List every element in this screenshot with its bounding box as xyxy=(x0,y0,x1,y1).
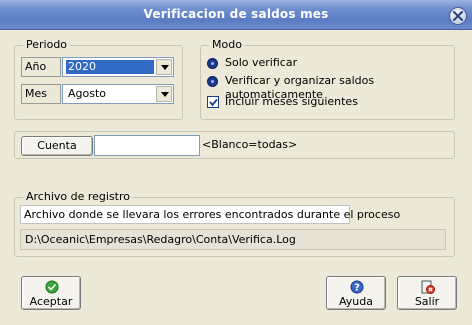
chevron-down-icon xyxy=(161,65,169,70)
solo-verificar-radio[interactable] xyxy=(207,58,218,69)
mes-label: Mes xyxy=(21,84,61,104)
archivo-legend: Archivo de registro xyxy=(23,190,134,204)
cuenta-button-label: Cuenta xyxy=(37,139,77,152)
window-title: Verificacion de saldos mes xyxy=(143,7,329,21)
svg-text:?: ? xyxy=(354,283,360,294)
mes-dropdown-button[interactable] xyxy=(156,86,172,102)
solo-verificar-label[interactable]: Solo verificar xyxy=(225,56,297,70)
close-button[interactable] xyxy=(449,7,467,25)
archivo-path-field: D:\Oceanic\Empresas\Redagro\Conta\Verifi… xyxy=(20,229,446,250)
salir-label: Salir xyxy=(414,295,440,308)
incluir-meses-label[interactable]: Incluir meses siguientes xyxy=(225,95,358,109)
cuenta-input[interactable] xyxy=(94,135,200,156)
chevron-down-icon xyxy=(161,92,169,97)
checkmark-icon xyxy=(209,98,218,107)
exit-icon xyxy=(421,280,435,294)
cuenta-button[interactable]: Cuenta xyxy=(21,136,93,156)
title-bar[interactable]: Verificacion de saldos mes xyxy=(0,0,472,30)
ayuda-button[interactable]: ? Ayuda xyxy=(326,276,386,310)
salir-button[interactable]: Salir xyxy=(397,276,457,310)
help-icon: ? xyxy=(350,280,364,294)
incluir-meses-checkbox[interactable] xyxy=(207,96,219,108)
dialog-window: Verificacion de saldos mes Periodo Año 2… xyxy=(0,0,472,325)
archivo-description: Archivo donde se llevara los errores enc… xyxy=(20,205,400,224)
check-circle-icon xyxy=(45,280,59,294)
ayuda-label: Ayuda xyxy=(339,295,373,308)
modo-legend: Modo xyxy=(209,38,245,52)
mes-select[interactable]: Agosto xyxy=(62,84,174,104)
ano-value: 2020 xyxy=(66,60,154,74)
verificar-organizar-radio[interactable] xyxy=(207,76,218,87)
ano-select[interactable]: 2020 xyxy=(62,57,174,77)
mes-value: Agosto xyxy=(68,87,107,100)
aceptar-button[interactable]: Aceptar xyxy=(21,276,81,310)
ano-label: Año xyxy=(21,57,61,77)
ano-dropdown-button[interactable] xyxy=(156,59,172,75)
close-icon xyxy=(453,11,463,21)
aceptar-label: Aceptar xyxy=(29,295,73,308)
cuenta-hint: <Blanco=todas> xyxy=(202,138,298,151)
periodo-legend: Periodo xyxy=(23,38,71,52)
